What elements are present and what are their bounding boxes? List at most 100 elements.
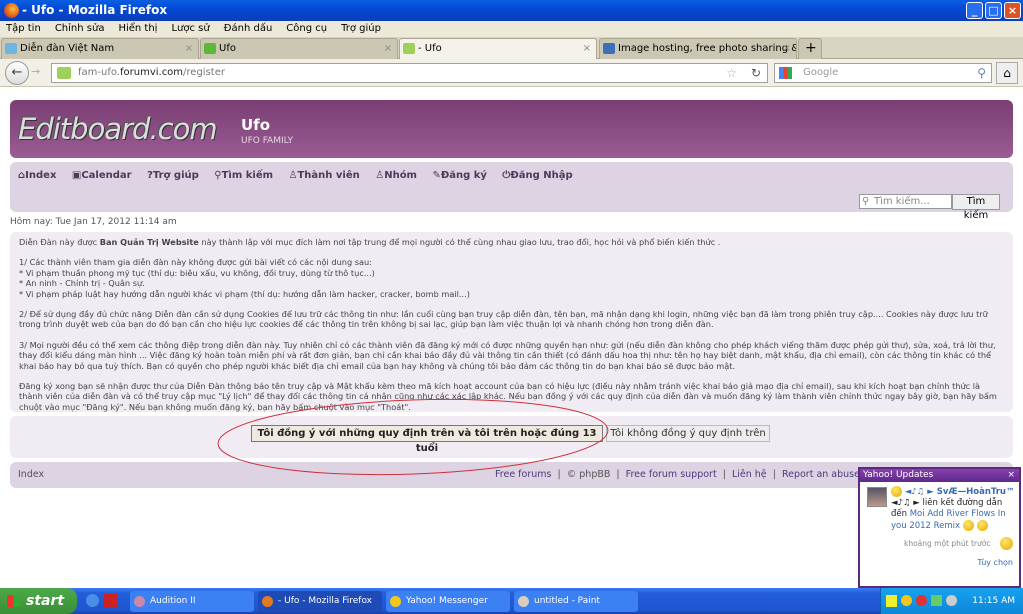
menu-tools[interactable]: Công cụ [286, 23, 327, 34]
volume-icon[interactable] [946, 595, 957, 606]
start-label: start [26, 593, 65, 609]
nav-label: Trợ giúp [152, 170, 199, 181]
update-text: ◄♪♫ ► liên kết đường dẫn [891, 498, 1003, 508]
tray-icon[interactable] [916, 595, 927, 606]
nav-members[interactable]: ♙Thành viên [289, 170, 366, 181]
tab-dien-dan[interactable]: Diễn đàn Việt Nam × [1, 38, 199, 59]
menu-history[interactable]: Lược sử [171, 23, 209, 34]
site-description: UFO FAMILY [241, 136, 293, 146]
menu-edit[interactable]: Chỉnh sửa [55, 23, 105, 34]
ie-icon[interactable] [86, 594, 99, 607]
tray-icon[interactable] [886, 595, 897, 607]
tab-image-hosting[interactable]: Image hosting, free photo sharing & vide… [599, 38, 797, 59]
favicon-icon [5, 43, 17, 54]
taskbar-yahoo-messenger[interactable]: Yahoo! Messenger [386, 591, 510, 612]
editboard-logo[interactable]: Editboard.com [18, 112, 218, 146]
nav-register[interactable]: ✎Đăng ký [432, 170, 492, 181]
popup-close-icon[interactable]: × [1007, 469, 1015, 482]
forward-button[interactable]: → [31, 65, 40, 78]
bookmark-star-icon[interactable]: ☆ [726, 64, 737, 82]
favicon-icon [603, 43, 615, 54]
tab-label: Diễn đàn Việt Nam [20, 43, 115, 54]
system-tray: 11:15 AM [880, 588, 1023, 614]
menu-view[interactable]: Hiển thị [118, 23, 157, 34]
google-icon [779, 67, 792, 79]
yahoo-icon [390, 596, 401, 607]
agree-button[interactable]: Tôi đồng ý với những quy định trên và tô… [251, 425, 603, 454]
tab-close-icon[interactable]: × [783, 39, 791, 58]
update-link[interactable]: Moi Add River Flows In you 2012 Remix [891, 509, 1006, 531]
tab-close-icon[interactable]: × [185, 39, 193, 58]
browser-search-input[interactable]: Google ⚲ [774, 63, 992, 83]
tab-close-icon[interactable]: × [384, 39, 392, 58]
footer-copyright[interactable]: © phpBB [567, 469, 611, 480]
update-time: khoảng một phút trước [904, 539, 991, 548]
rules-2: 2/ Để sử dụng đầy đủ chức năng Diễn đàn … [19, 309, 988, 330]
intro-bold: Ban Quản Trị Website [99, 237, 199, 247]
search-icon: ⚲ [862, 196, 870, 207]
task-label: Yahoo! Messenger [406, 596, 488, 606]
tab-bar: Diễn đàn Việt Nam × Ufo × - Ufo × Image hos… [0, 37, 1023, 59]
rules-3: 3/ Mọi người đều có thể xem các thông đi… [19, 339, 996, 371]
taskbar-audition[interactable]: Audition II [130, 591, 254, 612]
nav-groups[interactable]: ♙Nhóm [375, 170, 423, 181]
nav-label: Index [25, 170, 57, 181]
update-user[interactable]: ◄♪♫ ► SvÆ—HoànTru™ [905, 487, 1015, 497]
menu-bookmarks[interactable]: Đánh dấu [224, 23, 273, 34]
url-path: /register [183, 67, 225, 78]
nav-help[interactable]: ?Trợ giúp [147, 170, 205, 181]
taskbar-firefox[interactable]: - Ufo - Mozilla Firefox [258, 591, 382, 612]
footer-index-link[interactable]: Index [18, 462, 44, 488]
speech-bubble-icon [403, 43, 415, 54]
nav-search[interactable]: ⚲Tìm kiếm [214, 170, 279, 181]
menu-file[interactable]: Tập tin [6, 23, 41, 34]
rule-line: 1/ Các thành viên tham gia diễn đàn này … [19, 257, 372, 268]
rule-line: * Vi phạm pháp luật hay hướng dẫn người … [19, 288, 470, 299]
tab-ufo[interactable]: Ufo × [200, 38, 398, 59]
new-tab-button[interactable]: + [798, 38, 822, 59]
site-name[interactable]: Ufo [241, 116, 270, 134]
options-link[interactable]: Tùy chọn [977, 558, 1013, 567]
tab-label: Image hosting, free photo sharing & vide… [618, 43, 796, 54]
yahoo-tray-icon[interactable] [901, 595, 912, 606]
popup-title: Yahoo! Updates [863, 470, 934, 480]
nav-label: Thành viên [297, 170, 360, 181]
url-bar[interactable]: fam-ufo.forumvi.com/register ☆ ↻ [51, 63, 768, 83]
disagree-button[interactable]: Tôi không đồng ý quy định trên [606, 425, 770, 442]
quicklaunch-icon[interactable] [104, 594, 117, 607]
footer-link[interactable]: Liên hệ [732, 469, 767, 480]
reload-icon[interactable]: ↻ [751, 64, 761, 82]
nav-index[interactable]: ⌂Index [18, 170, 62, 181]
home-button[interactable]: ⌂ [996, 62, 1018, 84]
menu-help[interactable]: Trợ giúp [341, 23, 381, 34]
app-icon [134, 596, 145, 607]
smile-emoticon-icon [976, 520, 988, 531]
close-button[interactable]: × [1004, 2, 1021, 19]
minimize-button[interactable]: _ [966, 2, 983, 19]
nav-calendar[interactable]: ▣Calendar [72, 170, 138, 181]
url-domain: forumvi.com [119, 67, 184, 78]
footer-links: Free forums | © phpBB | Free forum suppo… [495, 469, 860, 480]
forum-search-input[interactable]: ⚲ Tìm kiếm... [859, 194, 952, 209]
update-message: ◄♪♫ ► SvÆ—HoànTru™ ◄♪♫ ► liên kết đường … [891, 486, 1019, 532]
tab-close-icon[interactable]: × [583, 39, 591, 58]
back-button[interactable]: ← [5, 61, 29, 85]
footer-link[interactable]: Report an abuse [782, 469, 860, 480]
start-button[interactable]: start [0, 588, 77, 614]
footer-link[interactable]: Free forum support [626, 469, 717, 480]
update-text: đến [891, 509, 908, 519]
maximize-button[interactable]: □ [985, 2, 1002, 19]
clock[interactable]: 11:15 AM [972, 596, 1015, 606]
rule-line: * An ninh - Chính trị - Quân sự. [19, 278, 145, 289]
footer-link[interactable]: Free forums [495, 469, 551, 480]
tab-label: Ufo [219, 43, 236, 54]
task-label: Audition II [150, 596, 196, 606]
tab-ufo-active[interactable]: - Ufo × [399, 38, 597, 59]
taskbar-paint[interactable]: untitled - Paint [514, 591, 638, 612]
magnifier-icon[interactable]: ⚲ [977, 64, 986, 82]
rules-intro: Diễn Đàn này được Ban Quản Trị Website n… [19, 237, 1004, 247]
nav-login[interactable]: ⏻Đăng Nhập [502, 170, 578, 181]
search-placeholder: Tìm kiếm... [874, 196, 930, 207]
network-icon[interactable] [931, 595, 942, 606]
forum-search-button[interactable]: Tìm kiếm [952, 194, 1000, 221]
